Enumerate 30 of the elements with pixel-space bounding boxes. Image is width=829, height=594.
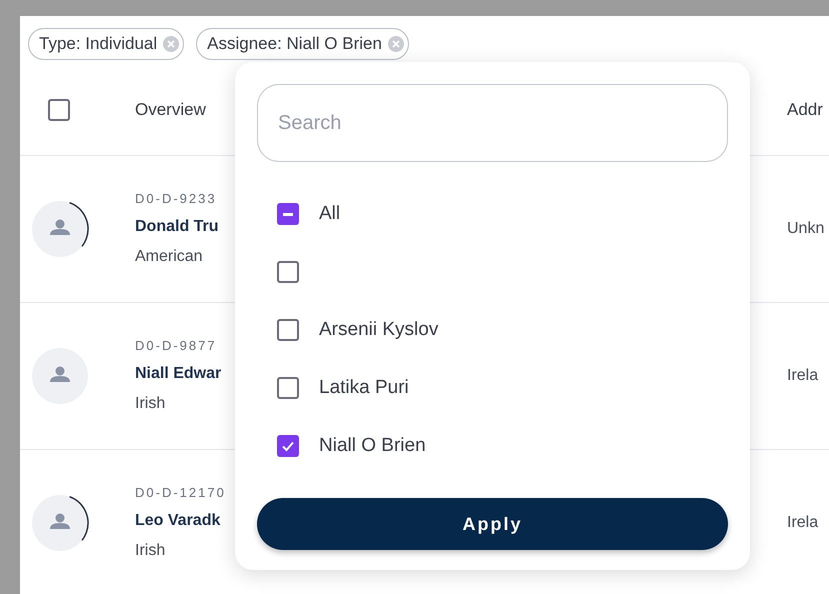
person-name[interactable]: Niall Edwar — [135, 362, 222, 386]
record-id: D0-D-12170 — [135, 484, 226, 502]
address-cell-text: Unkn — [787, 219, 826, 239]
filter-chip[interactable]: Type: Individual — [28, 28, 184, 60]
option-label[interactable]: Arsenii Kyslov — [319, 316, 438, 344]
checkbox[interactable] — [277, 377, 299, 399]
column-header: Overview — [135, 98, 206, 121]
option-label[interactable]: Latika Puri — [319, 374, 409, 402]
person-name[interactable]: Leo Varadk — [135, 508, 226, 533]
checkbox[interactable] — [277, 319, 299, 341]
search-field[interactable]: Search — [257, 84, 728, 162]
column-header: Addr — [787, 98, 824, 121]
apply-button[interactable]: Apply — [257, 498, 728, 550]
option-label[interactable]: Niall O Brien — [319, 432, 426, 460]
checkbox[interactable] — [48, 98, 70, 120]
address-cell-text: Irela — [787, 513, 820, 533]
nationality-text: Irish — [135, 394, 166, 414]
check-icon — [281, 439, 295, 453]
record-id: D0-D-9233 — [135, 190, 218, 208]
address-cell-text: Irela — [787, 366, 820, 386]
person-name[interactable]: Donald Tru — [135, 214, 219, 239]
nationality-text: Irish — [135, 540, 166, 561]
dash-icon — [283, 212, 293, 216]
checkbox[interactable] — [277, 435, 299, 457]
record-id: D0-D-9877 — [135, 337, 218, 356]
nationality-text: American — [135, 246, 204, 267]
checkbox[interactable] — [277, 203, 299, 225]
option-label[interactable]: All — [319, 200, 340, 228]
checkbox[interactable] — [277, 261, 299, 283]
filter-chip[interactable]: Assignee: Niall O Brien — [196, 28, 409, 60]
